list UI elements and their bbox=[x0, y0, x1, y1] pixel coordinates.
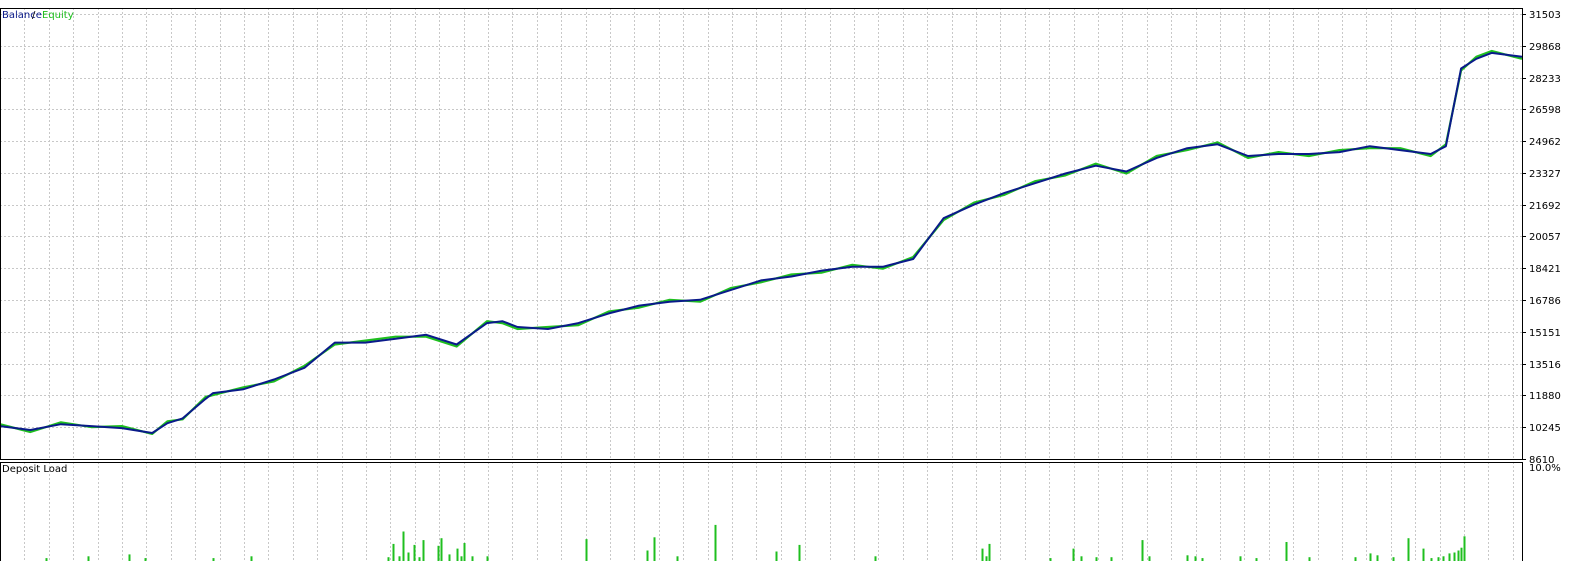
y-tick-label: 26598 bbox=[1529, 105, 1561, 116]
strategy-tester-graph: 31503 29868 28233 26598 24962 23327 21692 20057… bbox=[0, 0, 1578, 564]
deposit-load-y-tick: 10.0% bbox=[1529, 463, 1561, 474]
y-tick-label: 31503 bbox=[1529, 10, 1561, 21]
y-tick-label: 16786 bbox=[1529, 296, 1561, 307]
legend-equity: Equity bbox=[42, 10, 74, 21]
deposit-load-title: Deposit Load bbox=[2, 464, 67, 475]
y-tick-label: 15151 bbox=[1529, 328, 1561, 339]
y-tick-label: 20057 bbox=[1529, 232, 1561, 243]
y-tick-label: 18421 bbox=[1529, 264, 1561, 275]
y-tick-label: 28233 bbox=[1529, 74, 1561, 85]
y-tick-label: 21692 bbox=[1529, 201, 1561, 212]
legend-balance: Balance bbox=[2, 10, 42, 21]
y-tick-label: 24962 bbox=[1529, 137, 1561, 148]
y-tick-label: 23327 bbox=[1529, 169, 1561, 180]
chart-canvas: 31503 29868 28233 26598 24962 23327 21692 20057… bbox=[0, 0, 1578, 564]
y-tick-label: 29868 bbox=[1529, 42, 1561, 53]
y-tick-label: 13516 bbox=[1529, 360, 1561, 371]
y-tick-label: 11880 bbox=[1529, 391, 1561, 402]
y-tick-label: 10245 bbox=[1529, 423, 1561, 434]
